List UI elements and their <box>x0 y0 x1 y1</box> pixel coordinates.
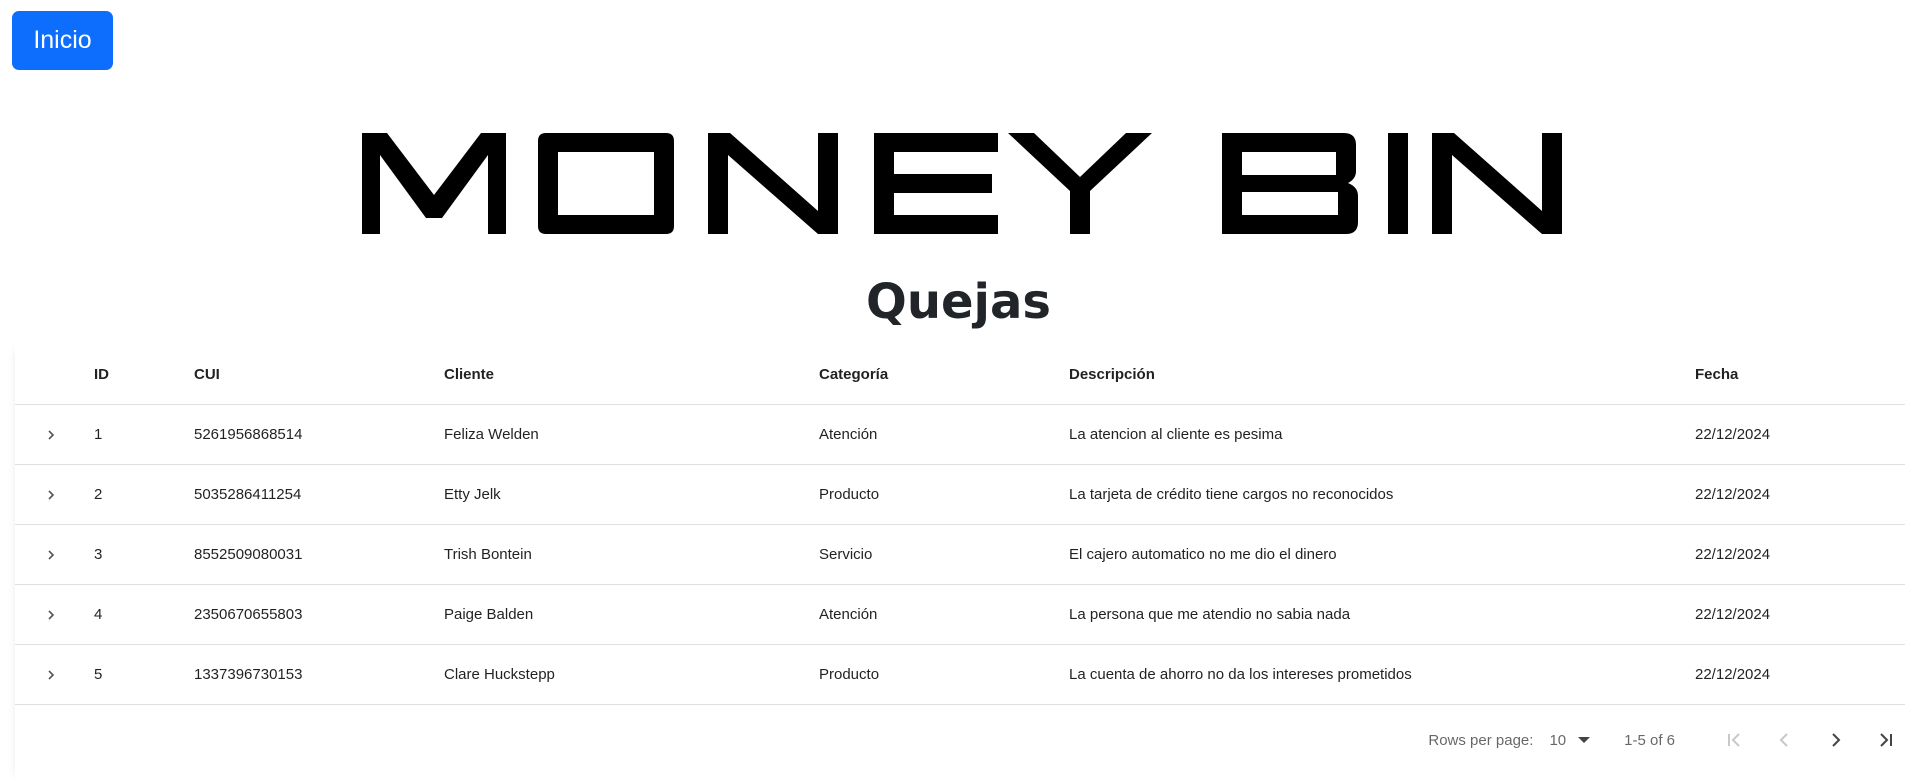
cell-descripcion: La persona que me atendio no sabia nada <box>1069 584 1695 645</box>
cell-id: 3 <box>94 524 194 585</box>
table-row: 2 5035286411254 Etty Jelk Producto La ta… <box>15 464 1905 525</box>
chevron-left-icon <box>1779 733 1788 747</box>
header-fecha: Fecha <box>1695 344 1905 405</box>
cell-cliente: Feliza Welden <box>444 404 819 465</box>
money-bin-logo <box>362 133 1562 234</box>
table-row: 1 5261956868514 Feliza Welden Atención L… <box>15 404 1905 465</box>
cell-fecha: 22/12/2024 <box>1695 404 1905 465</box>
cell-id: 1 <box>94 404 194 465</box>
chevron-right-icon[interactable] <box>37 421 65 449</box>
rows-per-page-label: Rows per page: <box>1428 731 1534 749</box>
next-page-button[interactable] <box>1815 720 1855 760</box>
cell-fecha: 22/12/2024 <box>1695 524 1905 585</box>
cell-categoria: Producto <box>819 644 1069 705</box>
cell-cliente: Paige Balden <box>444 584 819 645</box>
cell-fecha: 22/12/2024 <box>1695 644 1905 705</box>
cell-cliente: Clare Huckstepp <box>444 644 819 705</box>
cell-cliente: Etty Jelk <box>444 464 819 525</box>
rows-per-page-select[interactable]: 10 <box>1549 731 1591 749</box>
last-page-icon <box>1880 733 1892 747</box>
table-pagination: Rows per page: 10 1-5 of 6 <box>15 710 1905 770</box>
cell-cliente: Trish Bontein <box>444 524 819 585</box>
cell-cui: 1337396730153 <box>194 644 444 705</box>
home-button[interactable]: Inicio <box>12 11 113 70</box>
complaints-table: ID CUI Cliente Categoría Descripción Fec… <box>15 344 1905 705</box>
caret-down-icon <box>1578 737 1591 743</box>
cell-cui: 5035286411254 <box>194 464 444 525</box>
header-cliente: Cliente <box>444 344 819 405</box>
first-page-button[interactable] <box>1715 720 1755 760</box>
table-row: 4 2350670655803 Paige Balden Atención La… <box>15 584 1905 645</box>
cell-descripcion: La tarjeta de crédito tiene cargos no re… <box>1069 464 1695 525</box>
rows-per-page-value: 10 <box>1549 731 1567 749</box>
first-page-icon <box>1728 733 1740 747</box>
cell-categoria: Atención <box>819 584 1069 645</box>
cell-id: 5 <box>94 644 194 705</box>
table-row: 3 8552509080031 Trish Bontein Servicio E… <box>15 524 1905 585</box>
table-row: 5 1337396730153 Clare Huckstepp Producto… <box>15 644 1905 705</box>
cell-id: 4 <box>94 584 194 645</box>
cell-cui: 2350670655803 <box>194 584 444 645</box>
table-header-row: ID CUI Cliente Categoría Descripción Fec… <box>15 344 1905 405</box>
previous-page-button[interactable] <box>1765 720 1805 760</box>
cell-categoria: Producto <box>819 464 1069 525</box>
cell-fecha: 22/12/2024 <box>1695 584 1905 645</box>
chevron-right-icon[interactable] <box>37 481 65 509</box>
header-categoria: Categoría <box>819 344 1069 405</box>
header-cui: CUI <box>194 344 444 405</box>
cell-descripcion: La atencion al cliente es pesima <box>1069 404 1695 465</box>
header-descripcion: Descripción <box>1069 344 1695 405</box>
pagination-range: 1-5 of 6 <box>1624 731 1675 749</box>
cell-categoria: Atención <box>819 404 1069 465</box>
cell-cui: 8552509080031 <box>194 524 444 585</box>
cell-descripcion: La cuenta de ahorro no da los intereses … <box>1069 644 1695 705</box>
cell-categoria: Servicio <box>819 524 1069 585</box>
page-title: Quejas <box>866 274 1051 330</box>
cell-fecha: 22/12/2024 <box>1695 464 1905 525</box>
header-id: ID <box>94 344 194 405</box>
chevron-right-icon[interactable] <box>37 661 65 689</box>
cell-cui: 5261956868514 <box>194 404 444 465</box>
last-page-button[interactable] <box>1865 720 1905 760</box>
cell-id: 2 <box>94 464 194 525</box>
chevron-right-icon <box>1832 733 1841 747</box>
cell-descripcion: El cajero automatico no me dio el dinero <box>1069 524 1695 585</box>
chevron-right-icon[interactable] <box>37 601 65 629</box>
chevron-right-icon[interactable] <box>37 541 65 569</box>
header-expand <box>15 344 94 405</box>
